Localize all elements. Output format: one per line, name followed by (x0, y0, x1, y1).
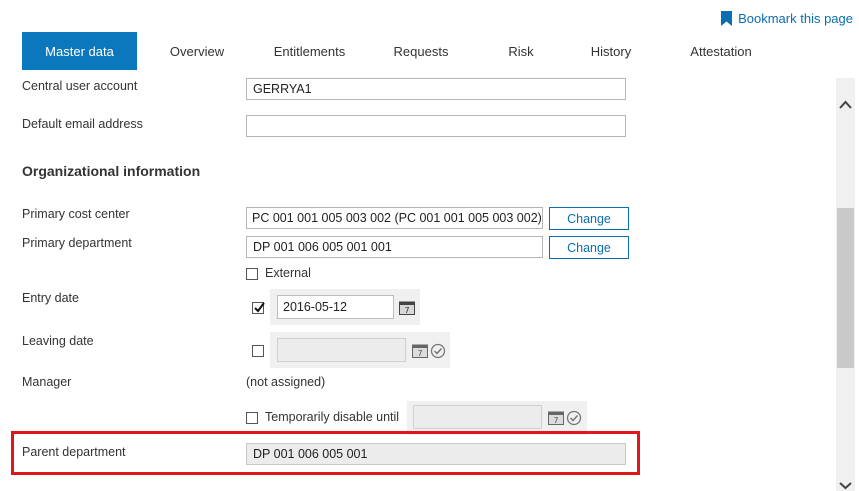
clear-date-icon[interactable] (566, 410, 582, 426)
external-label: External (265, 266, 311, 280)
manager-value: (not assigned) (246, 375, 326, 389)
change-department-button[interactable]: Change (549, 236, 629, 259)
calendar-icon[interactable]: 7 (548, 410, 564, 425)
central-user-account-label: Central user account (22, 79, 138, 93)
bookmark-link[interactable]: Bookmark this page (721, 11, 853, 26)
scrollbar-thumb[interactable] (837, 208, 854, 368)
svg-text:7: 7 (404, 306, 409, 315)
calendar-icon[interactable]: 7 (412, 343, 428, 358)
temporarily-disable-checkbox[interactable] (246, 412, 258, 424)
bookmark-icon (721, 11, 733, 26)
external-checkbox[interactable] (246, 268, 258, 280)
primary-department-label: Primary department (22, 236, 132, 250)
tab-attestation[interactable]: Attestation (660, 32, 782, 70)
tab-requests[interactable]: Requests (362, 32, 480, 70)
vertical-scrollbar[interactable] (836, 78, 855, 491)
tab-entitlements[interactable]: Entitlements (257, 32, 362, 70)
primary-department-input[interactable]: DP 001 006 005 001 001 (246, 236, 543, 258)
entry-date-input[interactable]: 2016-05-12 (277, 295, 394, 319)
clear-date-icon[interactable] (430, 343, 446, 359)
highlight-box (11, 431, 640, 475)
primary-cost-center-input[interactable]: PC 001 001 005 003 002 (PC 001 001 005 0… (246, 207, 543, 229)
chevron-up-icon[interactable] (838, 98, 853, 110)
tab-master-data[interactable]: Master data (22, 32, 137, 70)
leaving-date-input[interactable] (277, 338, 406, 362)
default-email-label: Default email address (22, 117, 143, 131)
chevron-down-icon[interactable] (838, 480, 853, 490)
central-user-account-input[interactable]: GERRYA1 (246, 78, 626, 100)
default-email-input[interactable] (246, 115, 626, 137)
leaving-date-checkbox[interactable] (252, 345, 264, 357)
tab-risk[interactable]: Risk (480, 32, 562, 70)
checkmark-icon (254, 302, 265, 313)
tab-overview[interactable]: Overview (137, 32, 257, 70)
entry-date-checkbox[interactable] (252, 302, 265, 314)
bookmark-label: Bookmark this page (738, 11, 853, 26)
svg-text:7: 7 (553, 416, 558, 425)
organizational-information-heading: Organizational information (22, 163, 201, 179)
primary-cost-center-label: Primary cost center (22, 207, 130, 221)
calendar-icon[interactable]: 7 (399, 300, 415, 315)
svg-text:7: 7 (417, 349, 422, 358)
change-cost-center-button[interactable]: Change (549, 207, 629, 230)
leaving-date-label: Leaving date (22, 334, 94, 348)
manager-label: Manager (22, 375, 72, 389)
entry-date-label: Entry date (22, 291, 79, 305)
temporarily-disable-date-input[interactable] (413, 405, 542, 429)
tab-history[interactable]: History (562, 32, 660, 70)
tab-bar: Master data Overview Entitlements Reques… (22, 32, 853, 71)
temporarily-disable-label: Temporarily disable until (265, 410, 400, 424)
